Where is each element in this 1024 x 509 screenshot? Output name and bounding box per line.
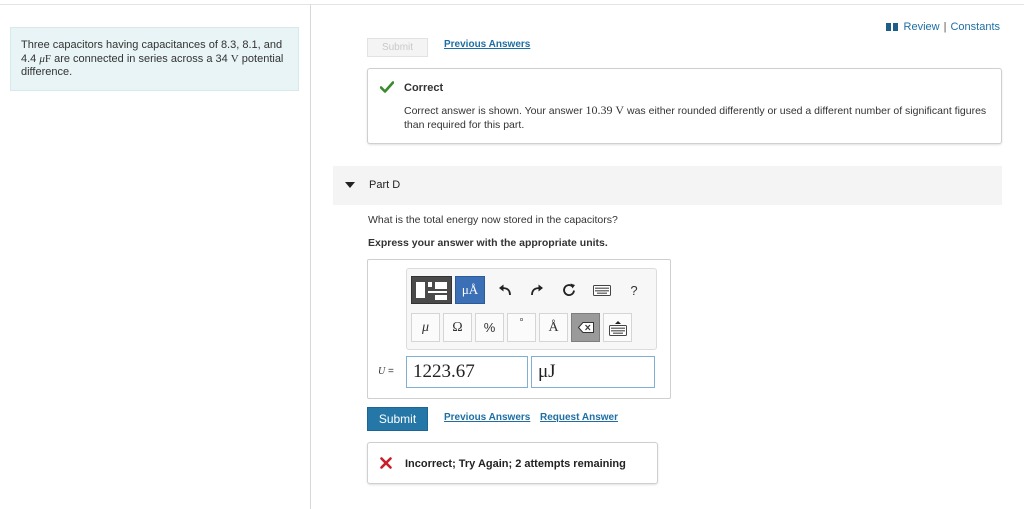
help-button[interactable]: ? [623, 279, 645, 301]
review-constants-links: Review | Constants [885, 21, 1000, 33]
symbol-angstrom-button[interactable]: Å [539, 313, 568, 342]
symbol-mu-button[interactable]: μ [411, 313, 440, 342]
editor-toolbar: μÅ ? μ Ω % ° Å [406, 268, 657, 350]
symbol-ohm-button[interactable]: Ω [443, 313, 472, 342]
part-d-header[interactable]: Part D [333, 166, 1002, 205]
problem-statement: Three capacitors having capacitances of … [10, 27, 299, 91]
variable-label: U = [378, 366, 394, 377]
correct-title: Correct [404, 82, 444, 94]
answer-editor: μÅ ? μ Ω % ° Å U = 1223.67 μJ [367, 259, 671, 399]
correct-message: Correct answer is shown. Your answer 10.… [404, 103, 994, 132]
correct-text-before: Correct answer is shown. Your answer [404, 105, 586, 117]
symbol-degree-button[interactable]: ° [507, 313, 536, 342]
correct-feedback-box: Correct Correct answer is shown. Your an… [367, 68, 1002, 144]
symbol-percent-button[interactable]: % [475, 313, 504, 342]
part-label: Part D [369, 179, 401, 191]
delete-icon[interactable] [571, 313, 600, 342]
link-separator: | [943, 21, 947, 33]
correct-answer-unit: V [615, 103, 625, 117]
submit-button[interactable]: Submit [367, 407, 428, 431]
unit-input[interactable]: μJ [531, 356, 655, 388]
constants-link[interactable]: Constants [950, 21, 1000, 33]
x-mark-icon [380, 457, 392, 469]
reset-icon[interactable] [558, 279, 580, 301]
problem-text-part2: are connected in series across a 34 [51, 52, 231, 65]
submit-button-disabled: Submit [367, 38, 428, 57]
correct-answer-value: 10.39 [585, 103, 613, 117]
incorrect-message: Incorrect; Try Again; 2 attempts remaini… [405, 458, 626, 470]
collapse-caret-icon[interactable] [345, 182, 355, 188]
problem-volt: V [230, 52, 239, 65]
previous-answers-link-bottom[interactable]: Previous Answers [444, 412, 530, 423]
keyboard-toggle-icon[interactable] [603, 313, 632, 342]
checkmark-icon [380, 81, 394, 93]
redo-icon[interactable] [526, 279, 548, 301]
keyboard-icon[interactable] [591, 281, 613, 299]
value-input[interactable]: 1223.67 [406, 356, 528, 388]
previous-answers-link[interactable]: Previous Answers [444, 39, 530, 50]
templates-button[interactable] [411, 276, 452, 304]
request-answer-link[interactable]: Request Answer [540, 412, 618, 423]
review-link[interactable]: Review [904, 21, 940, 33]
instruction-text: Express your answer with the appropriate… [368, 237, 608, 249]
units-button[interactable]: μÅ [455, 276, 485, 304]
incorrect-feedback-box: Incorrect; Try Again; 2 attempts remaini… [367, 442, 658, 484]
undo-icon[interactable] [494, 279, 516, 301]
column-divider [310, 4, 311, 509]
question-text: What is the total energy now stored in t… [368, 214, 618, 226]
book-icon [885, 23, 898, 31]
top-divider [0, 4, 1024, 5]
